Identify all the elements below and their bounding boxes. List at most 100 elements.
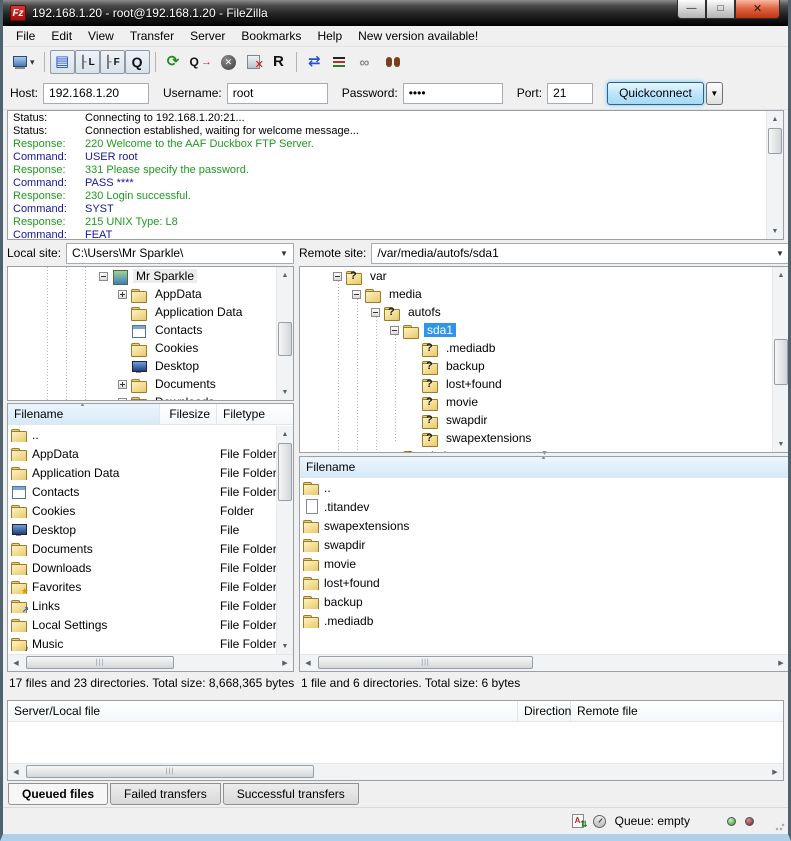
title-bar[interactable]: Fz 192.168.1.20 - root@192.168.1.20 - Fi… [3,0,788,26]
password-input[interactable] [403,83,503,104]
toolbar-button-refresh[interactable]: ⟳ [161,50,186,74]
tree-item-autofs[interactable]: ?autofs [300,303,772,321]
file-row-music[interactable]: ♪MusicFile Folder [8,634,293,653]
tree-item-application-data[interactable]: Application Data [8,303,276,321]
toolbar-button-site-manager[interactable]: ▾ [8,50,39,74]
minimize-button[interactable]: — [677,0,706,19]
tab-successful-transfers[interactable]: Successful transfers [223,783,359,805]
tree-item-movie[interactable]: ?movie [300,393,772,411]
local-tree-scrollbar[interactable]: ▲ ▼ [276,267,293,400]
tree-item-media[interactable]: media [300,285,772,303]
file-row-appdata[interactable]: AppDataFile Folder [8,444,293,463]
local-list-scrollbar[interactable]: ▲ ▼ [276,426,293,654]
tree-item-backup[interactable]: ?backup [300,357,772,375]
menu-item-view[interactable]: View [80,27,122,45]
speed-limits-icon[interactable] [593,815,606,828]
tree-item-desktop[interactable]: Desktop [8,357,276,375]
expander-plus-icon[interactable] [118,398,127,401]
scroll-thumb[interactable]: ||| [318,656,533,669]
column-header-filename[interactable]: Filename [300,457,789,477]
scroll-thumb[interactable]: ||| [26,656,174,669]
file-row-favorites[interactable]: ★FavoritesFile Folder [8,577,293,596]
chevron-down-icon[interactable]: ▼ [772,245,788,262]
file-row-downloads[interactable]: ↓DownloadsFile Folder [8,558,293,577]
expander-minus-icon[interactable] [390,326,399,335]
expander-minus-icon[interactable] [371,308,380,317]
expander-plus-icon[interactable] [118,290,127,299]
toolbar-button-process-queue[interactable]: Q→ [186,50,216,74]
file-row-backup[interactable]: backup [300,592,789,611]
tree-item-swapextensions[interactable]: ?swapextensions [300,429,772,447]
scroll-left-icon[interactable]: ◀ [8,655,24,671]
file-row-links[interactable]: ↗LinksFile Folder [8,596,293,615]
toolbar-button-directory-comparison[interactable]: ⇄ [302,50,327,74]
host-input[interactable] [43,83,149,104]
queue-hscrollbar[interactable]: ◀ ||| ▶ [8,763,783,780]
local-list-hscrollbar[interactable]: ◀ ||| ▶ [8,654,293,671]
username-input[interactable] [227,83,328,104]
toolbar-button-toggle-local-tree[interactable]: ┠L [75,50,100,74]
toolbar-button-toggle-message-log[interactable]: ▤ [50,50,75,74]
column-server-local-file[interactable]: Server/Local file [8,701,518,721]
scroll-thumb[interactable] [278,443,292,501]
column-header-filename[interactable]: Filename [8,404,160,424]
tree-item-var[interactable]: ?var [300,267,772,285]
scroll-right-icon[interactable]: ▶ [277,655,293,671]
toolbar-button-sync-browsing[interactable]: ∞ [352,50,377,74]
expander-plus-icon[interactable] [118,380,127,389]
column-header-filesize[interactable]: Filesize [160,404,217,424]
menu-item-server[interactable]: Server [182,27,233,45]
menu-item-file[interactable]: File [8,27,43,45]
quickconnect-dropdown-button[interactable]: ▼ [706,82,723,105]
file-row-cookies[interactable]: CookiesFolder [8,501,293,520]
tab-queued-files[interactable]: Queued files [8,783,108,805]
file-row-mediadb[interactable]: .mediadb [300,611,789,630]
tree-item-downloads[interactable]: ↓Downloads [8,393,276,400]
menu-item-bookmarks[interactable]: Bookmarks [233,27,309,45]
toolbar-button-cancel[interactable]: ✕ [216,50,241,74]
scroll-down-icon[interactable]: ▼ [277,384,293,400]
file-row-swapextensions[interactable]: swapextensions [300,516,789,535]
file-row-swapdir[interactable]: swapdir [300,535,789,554]
toolbar-button-view-filters[interactable] [327,50,352,74]
file-row-documents[interactable]: DocumentsFile Folder [8,539,293,558]
scroll-left-icon[interactable]: ◀ [8,764,24,780]
file-row-titandev[interactable]: .titandev [300,497,789,516]
expander-minus-icon[interactable] [99,272,108,281]
resize-grip[interactable] [775,821,785,831]
chevron-down-icon[interactable]: ▼ [276,245,292,262]
remote-path-combobox[interactable]: /var/media/autofs/sda1 ▼ [371,243,790,264]
scroll-right-icon[interactable]: ▶ [767,764,783,780]
column-remote-file[interactable]: Remote file [571,701,783,721]
file-row-lost-found[interactable]: lost+found [300,573,789,592]
close-button[interactable]: ✕ [735,0,780,19]
tree-item-mediadb[interactable]: ?.mediadb [300,339,772,357]
scroll-down-icon[interactable]: ▼ [767,223,783,239]
log-scrollbar[interactable]: ▲ ▼ [766,111,783,239]
transfer-type-icon[interactable] [572,814,584,828]
tree-item-swapdir[interactable]: ?swapdir [300,411,772,429]
scroll-up-icon[interactable]: ▲ [767,111,783,127]
scroll-thumb[interactable] [774,339,788,385]
file-row-item[interactable]: .. [8,425,293,444]
toolbar-button-find-files[interactable] [377,50,402,74]
tab-failed-transfers[interactable]: Failed transfers [110,783,221,805]
expander-minus-icon[interactable] [333,272,342,281]
toolbar-button-toggle-remote-tree[interactable]: ┠F [100,50,125,74]
scroll-thumb[interactable] [768,128,782,154]
menu-item-help[interactable]: Help [309,27,350,45]
tree-item-lost-found[interactable]: ?lost+found [300,375,772,393]
file-row-item[interactable]: .. [300,478,789,497]
scroll-up-icon[interactable]: ▲ [277,426,293,442]
toolbar-button-toggle-queue[interactable]: Q [125,50,150,74]
file-row-local-settings[interactable]: Local SettingsFile Folder [8,615,293,634]
maximize-button[interactable]: □ [706,0,735,19]
remote-tree-scrollbar[interactable]: ▲ ▼ [772,267,789,452]
port-input[interactable] [547,83,593,104]
column-direction[interactable]: Direction [518,701,571,721]
scroll-up-icon[interactable]: ▲ [773,267,789,283]
tree-item-mr-sparkle[interactable]: Mr Sparkle [8,267,276,285]
file-row-contacts[interactable]: ContactsFile Folder [8,482,293,501]
file-row-application-data[interactable]: Application DataFile Folder [8,463,293,482]
tree-item-appdata[interactable]: AppData [8,285,276,303]
